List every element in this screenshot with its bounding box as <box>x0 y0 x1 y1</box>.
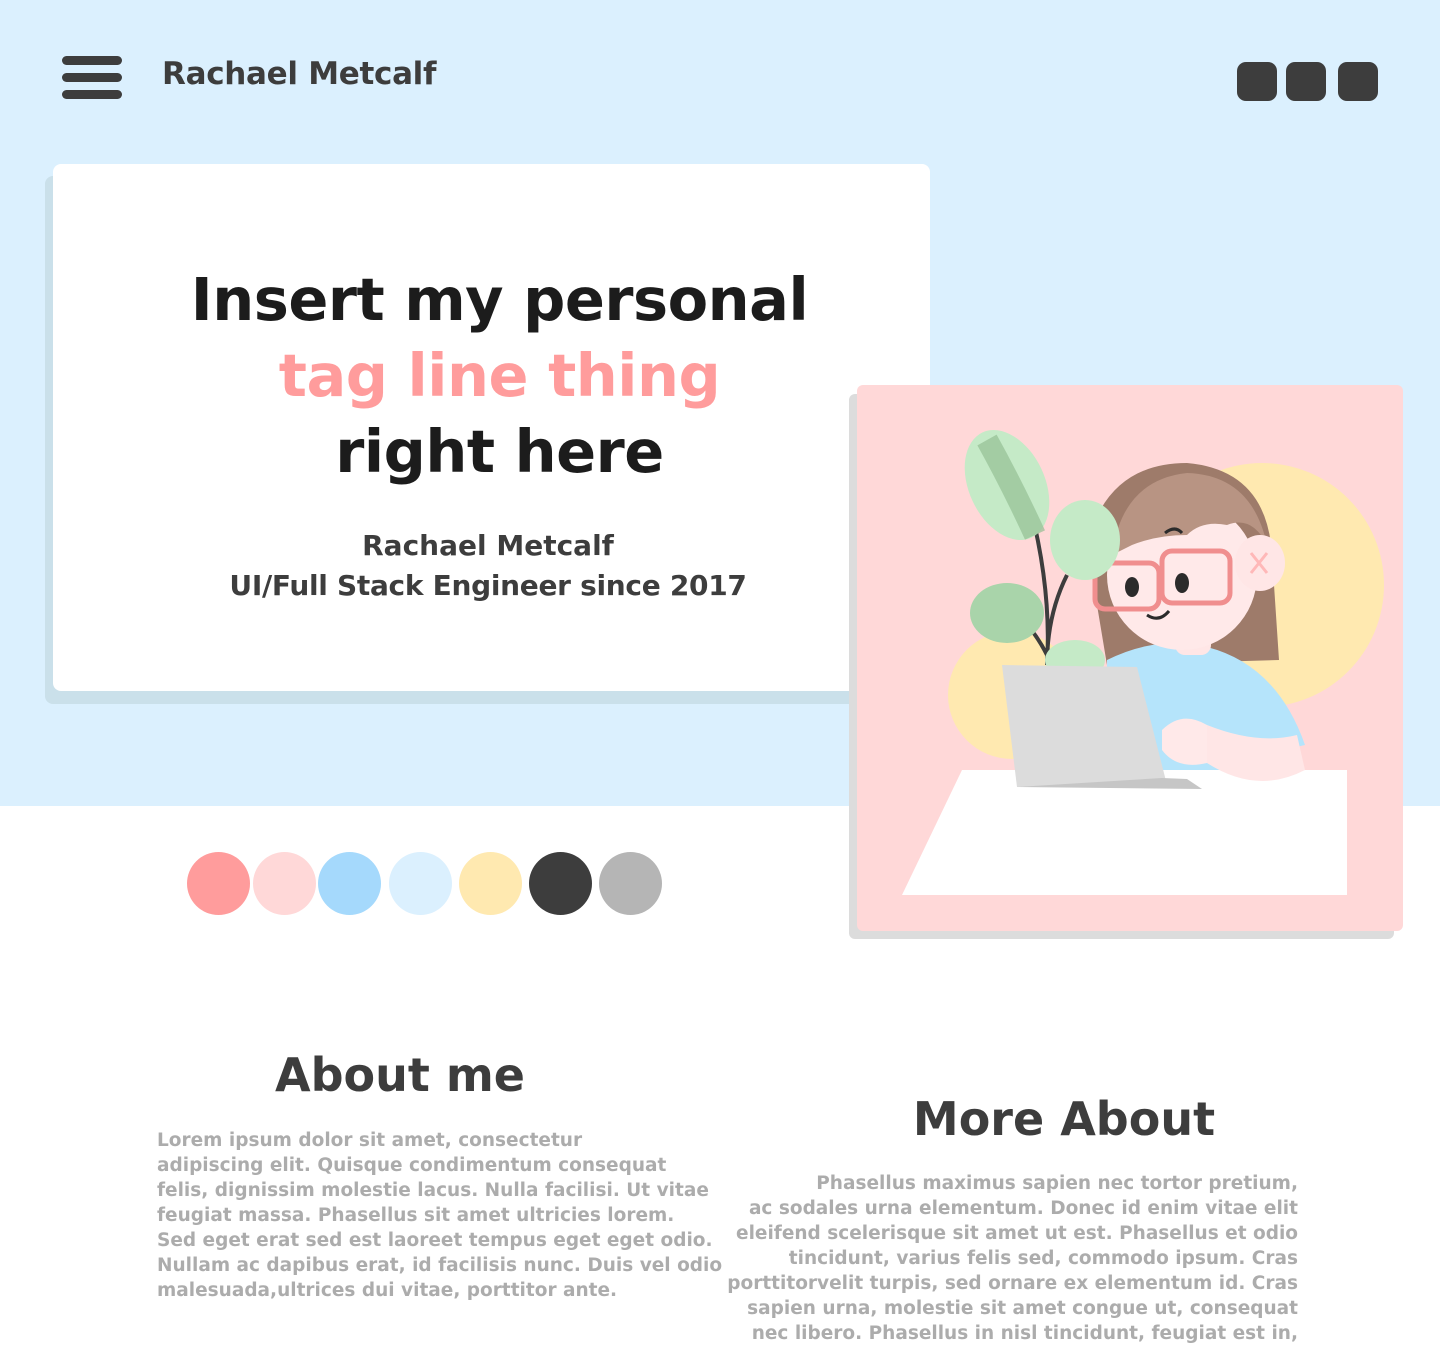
about-body: Lorem ipsum dolor sit amet, consectetur … <box>157 1128 723 1303</box>
about-line: felis, dignissim molestie lacus. Nulla f… <box>157 1180 709 1201</box>
hamburger-menu-icon[interactable] <box>62 56 122 100</box>
color-swatch-3 <box>318 852 381 915</box>
hero-role: UI/Full Stack Engineer since 2017 <box>229 569 747 602</box>
color-swatch-2 <box>253 852 316 915</box>
site-name[interactable]: Rachael Metcalf <box>162 56 437 92</box>
about-line: feugiat massa. Phasellus sit amet ultric… <box>157 1205 675 1226</box>
tagline-line-2-accent: tag line thing <box>278 341 721 410</box>
more-about-line: Phasellus maximus sapien nec tortor pret… <box>816 1173 1298 1194</box>
about-title: About me <box>274 1048 525 1102</box>
color-swatch-7 <box>599 852 662 915</box>
color-swatch-4 <box>389 852 452 915</box>
more-about-title: More About <box>912 1092 1216 1146</box>
about-line: Lorem ipsum dolor sit amet, consectetur <box>157 1130 583 1151</box>
hero-tagline: Insert my personal tag line thing right … <box>53 262 946 490</box>
more-about-line: sapien urna, molestie sit amet congue ut… <box>747 1298 1298 1319</box>
about-line: Sed eget erat sed est laoreet tempus ege… <box>157 1230 713 1251</box>
more-about-line: porttitorvelit turpis, sed ornare ex ele… <box>727 1273 1298 1294</box>
more-about-line: nec libero. Phasellus in nisl tincidunt,… <box>751 1323 1298 1344</box>
social-link-button-2[interactable] <box>1286 62 1326 101</box>
tagline-line-3: right here <box>335 417 664 486</box>
about-line: Nullam ac dapibus erat, id facilisis nun… <box>157 1255 723 1276</box>
color-swatch-5 <box>459 852 522 915</box>
color-swatch-1 <box>187 852 250 915</box>
more-about-line: tincidunt, varius felis sed, commodo ips… <box>788 1248 1298 1269</box>
tagline-line-1: Insert my personal <box>190 265 809 334</box>
about-line: malesuada,ultrices dui vitae, porttitor … <box>157 1280 618 1301</box>
more-about-body: Phasellus maximus sapien nec tortor pret… <box>700 1171 1298 1346</box>
about-line: adipiscing elit. Quisque condimentum con… <box>157 1155 667 1176</box>
more-about-line: eleifend scelerisque sit amet ut est. Ph… <box>736 1223 1298 1244</box>
girl-with-laptop-illustration <box>902 430 1384 895</box>
social-link-button-3[interactable] <box>1338 62 1378 101</box>
social-link-button-1[interactable] <box>1237 62 1277 101</box>
hero-name: Rachael Metcalf <box>362 529 614 562</box>
avatar-illustration <box>857 385 1403 931</box>
color-swatch-6 <box>529 852 592 915</box>
more-about-line: ac sodales urna elementum. Donec id enim… <box>748 1198 1298 1219</box>
